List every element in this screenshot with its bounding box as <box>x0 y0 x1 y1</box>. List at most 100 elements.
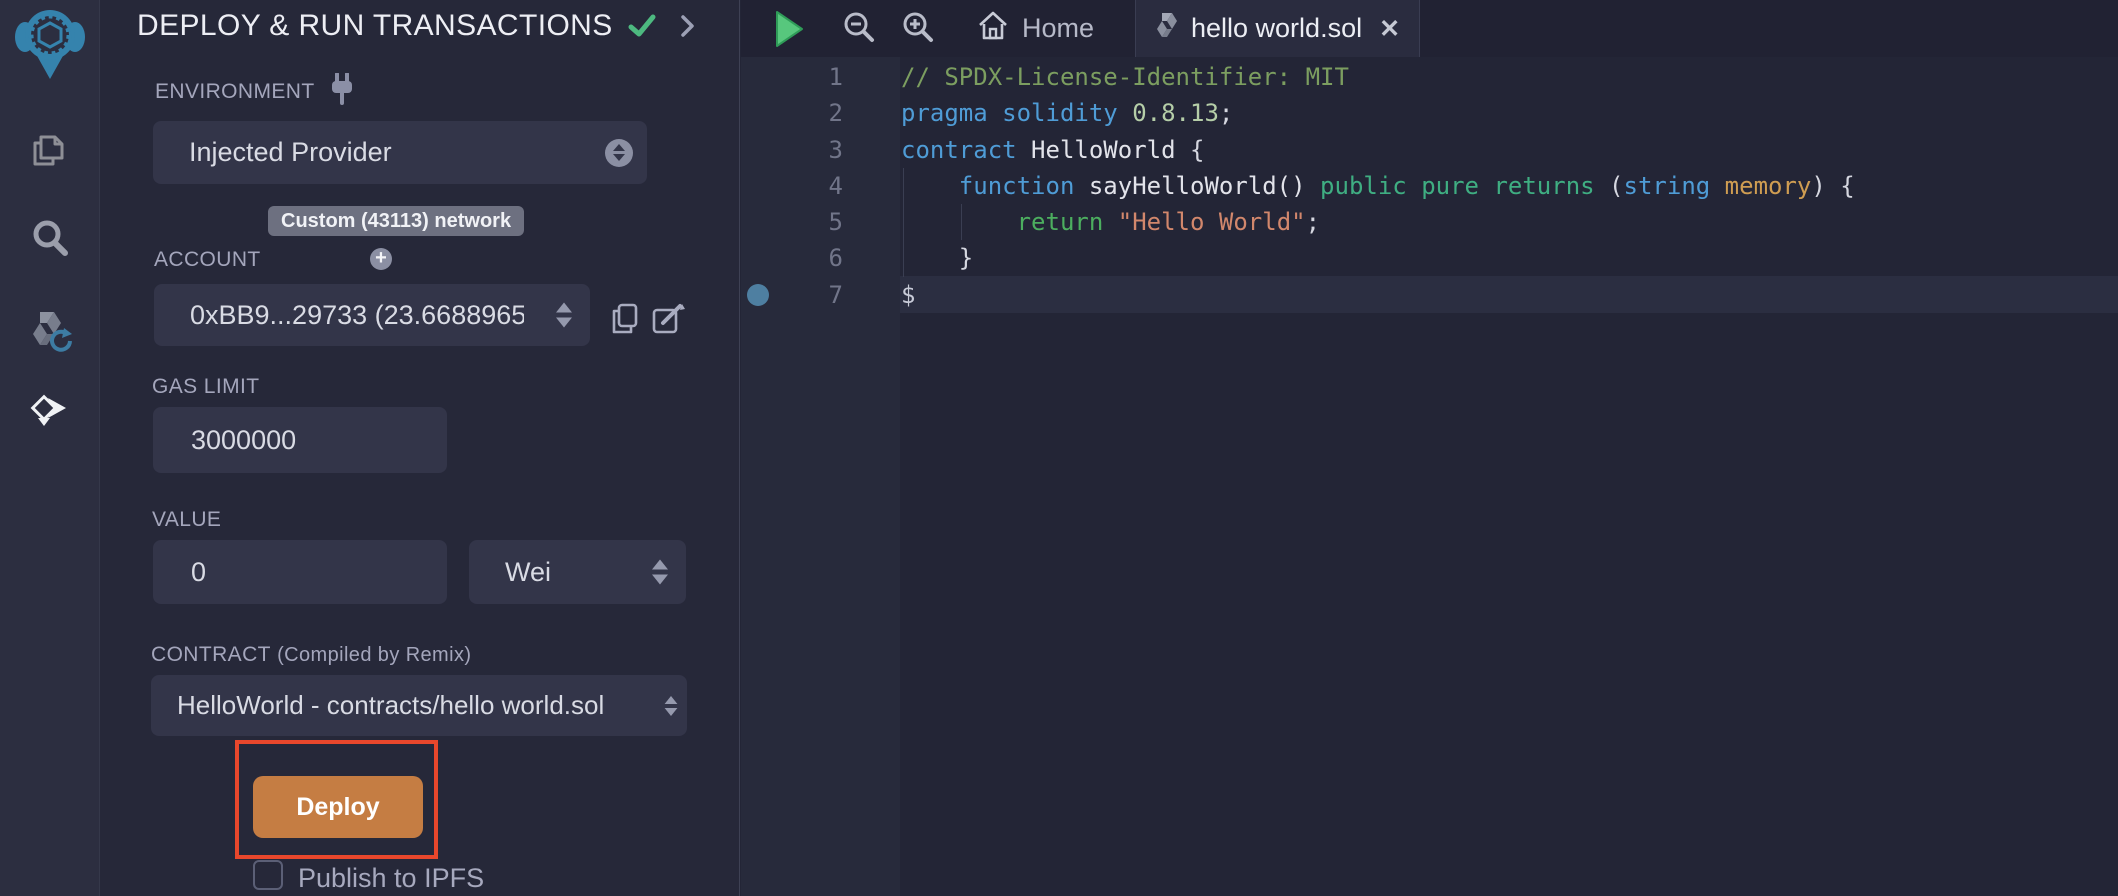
close-tab-icon[interactable]: ✕ <box>1379 14 1400 44</box>
value-unit: Wei <box>469 557 551 588</box>
code-token: contract <box>901 136 1017 164</box>
contract-label: CONTRACT (Compiled by Remix) <box>151 643 471 667</box>
run-script-icon[interactable] <box>774 10 804 53</box>
plug-icon <box>329 73 355 110</box>
code-token: } <box>901 244 973 272</box>
indent-guide <box>961 204 962 240</box>
code-token <box>901 208 1017 236</box>
editor-tabbar: Home hello world.sol ✕ <box>741 0 2118 57</box>
code-token: memory <box>1725 172 1812 200</box>
value-input[interactable] <box>153 540 447 604</box>
deploy-run-panel: DEPLOY & RUN TRANSACTIONS ENVIRONMENT In… <box>100 0 740 896</box>
code-token: ( <box>1595 172 1624 200</box>
code-line[interactable]: pragma solidity 0.8.13; <box>901 95 2118 131</box>
line-number[interactable]: 3 <box>741 132 843 168</box>
publish-ipfs-checkbox[interactable] <box>253 860 283 890</box>
code-token <box>1710 172 1724 200</box>
code-line[interactable]: function sayHelloWorld() public pure ret… <box>901 168 2118 204</box>
code-token <box>1017 136 1031 164</box>
code-line[interactable]: $ <box>901 277 2118 313</box>
code-token: returns <box>1493 172 1594 200</box>
value-unit-select[interactable]: Wei <box>469 540 686 604</box>
tab-label: hello world.sol <box>1191 13 1362 44</box>
icon-rail <box>0 0 100 896</box>
contract-sublabel: (Compiled by Remix) <box>277 644 471 666</box>
code-line[interactable]: contract HelloWorld { <box>901 132 2118 168</box>
gas-limit-label: GAS LIMIT <box>152 375 259 399</box>
check-icon <box>627 13 657 44</box>
code-token: string <box>1624 172 1711 200</box>
select-arrows-icon <box>652 560 668 585</box>
code-token <box>1074 172 1088 200</box>
line-number[interactable]: 6 <box>741 240 843 276</box>
code-token <box>1407 172 1421 200</box>
zoom-in-icon[interactable] <box>900 10 936 51</box>
code-token: { <box>1176 136 1205 164</box>
code-token: // SPDX-License-Identifier: MIT <box>901 63 1349 91</box>
contract-select[interactable]: HelloWorld - contracts/hello world.sol <box>151 675 687 736</box>
environment-value: Injected Provider <box>153 137 392 168</box>
code-token <box>988 99 1002 127</box>
solidity-compiler-icon[interactable] <box>28 308 72 352</box>
tab-label: Home <box>1022 13 1094 44</box>
code-token: $ <box>901 281 915 309</box>
code-token: 0.8.13 <box>1132 99 1219 127</box>
remix-ide-window: DEPLOY & RUN TRANSACTIONS ENVIRONMENT In… <box>0 0 2118 896</box>
line-number[interactable]: 5 <box>741 204 843 240</box>
line-number[interactable]: 2 <box>741 95 843 131</box>
file-explorer-icon[interactable] <box>28 128 72 172</box>
code-token: ) { <box>1811 172 1854 200</box>
deploy-button[interactable]: Deploy <box>253 776 423 838</box>
code-token <box>901 172 959 200</box>
select-arrows-icon <box>605 139 633 167</box>
account-value: 0xBB9...29733 (23.6688965 <box>154 300 524 331</box>
add-account-icon[interactable]: + <box>370 248 392 270</box>
editor: Home hello world.sol ✕ 1234567 <box>741 0 2118 896</box>
select-arrows-icon <box>556 303 572 328</box>
code-line[interactable]: // SPDX-License-Identifier: MIT <box>901 59 2118 95</box>
code-area[interactable]: 1234567 // SPDX-License-Identifier: MIT p… <box>741 57 2118 896</box>
deploy-run-icon[interactable] <box>28 390 72 434</box>
remix-logo[interactable] <box>14 4 86 80</box>
remix-logo-icon <box>14 4 86 80</box>
panel-expand-chevron-icon[interactable] <box>680 14 696 43</box>
home-icon <box>977 10 1009 47</box>
indent-guide <box>903 168 904 277</box>
value-label: VALUE <box>152 508 221 532</box>
line-number[interactable]: 7 <box>741 277 843 313</box>
code-token: return <box>1017 208 1104 236</box>
panel-title: DEPLOY & RUN TRANSACTIONS <box>137 9 613 43</box>
code-token: public <box>1320 172 1407 200</box>
gas-limit-input[interactable] <box>153 407 447 473</box>
tab-home[interactable]: Home <box>961 0 1110 57</box>
code-token: pure <box>1421 172 1479 200</box>
code-line[interactable]: } <box>901 240 2118 276</box>
code-token: solidity <box>1002 99 1118 127</box>
code-token <box>1479 172 1493 200</box>
select-arrows-icon <box>665 696 678 716</box>
search-icon[interactable] <box>28 216 72 260</box>
code-line[interactable]: return "Hello World"; <box>901 204 2118 240</box>
edit-account-icon[interactable] <box>652 302 686 341</box>
publish-ipfs-label: Publish to IPFS <box>298 863 484 894</box>
line-number[interactable]: 4 <box>741 168 843 204</box>
code-token: HelloWorld <box>1031 136 1176 164</box>
account-label: ACCOUNT <box>154 248 261 272</box>
network-badge: Custom (43113) network <box>268 206 524 236</box>
tab-hello-world-sol[interactable]: hello world.sol ✕ <box>1135 0 1420 57</box>
line-number[interactable]: 1 <box>741 59 843 95</box>
code-token <box>1306 172 1320 200</box>
code-token: "Hello World" <box>1118 208 1306 236</box>
environment-select[interactable]: Injected Provider <box>153 121 647 184</box>
code-token: function <box>959 172 1075 200</box>
code-token <box>1118 99 1132 127</box>
account-select[interactable]: 0xBB9...29733 (23.6688965 <box>154 284 590 346</box>
code-token <box>1103 208 1117 236</box>
code-lines: // SPDX-License-Identifier: MIT pragma so… <box>901 59 2118 313</box>
contract-value: HelloWorld - contracts/hello world.sol <box>151 690 604 721</box>
code-token: sayHelloWorld() <box>1089 172 1306 200</box>
zoom-out-icon[interactable] <box>841 10 877 51</box>
copy-account-icon[interactable] <box>610 302 640 341</box>
environment-label: ENVIRONMENT <box>155 80 315 104</box>
code-token: pragma <box>901 99 988 127</box>
